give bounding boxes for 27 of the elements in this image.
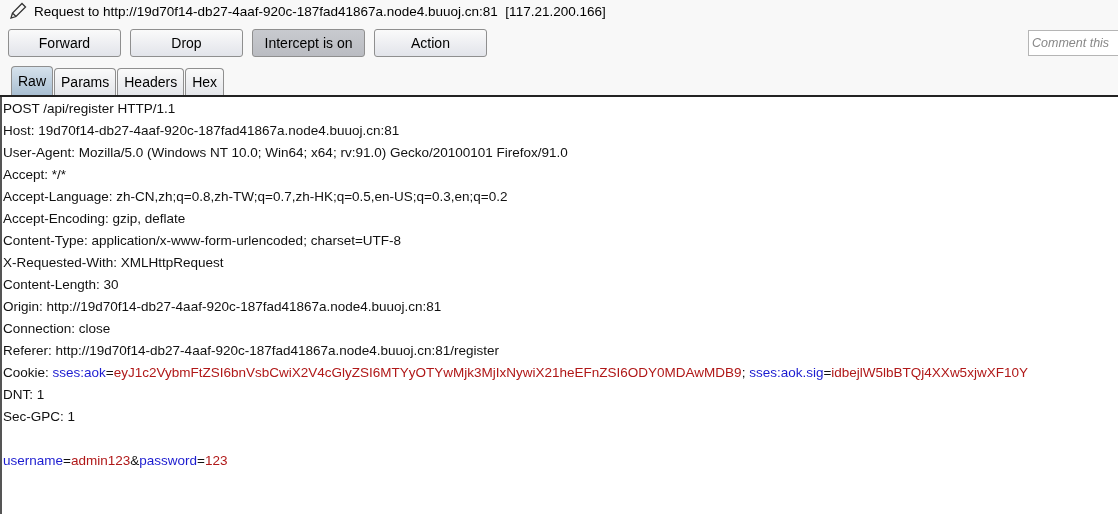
request-line: Accept-Language: zh-CN,zh;q=0.8,zh-TW;q=0.7,zh-HK;q=0.5,en-US;q=0.3,en;q=0.2 bbox=[3, 188, 509, 206]
request-line: username=admin123&password=123 bbox=[3, 452, 229, 470]
tab[interactable]: Hex bbox=[185, 68, 225, 95]
tab[interactable]: Raw bbox=[11, 66, 53, 95]
request-line: Content-Type: application/x-www-form-urlencoded; charset=UTF-8 bbox=[3, 232, 403, 250]
tab[interactable]: Params bbox=[54, 68, 117, 95]
request-line: Referer: http://19d70f14-db27-4aaf-920c-187fad41867a.node4.buuoj.cn:81/register bbox=[3, 342, 501, 360]
tab[interactable]: Headers bbox=[117, 68, 185, 95]
intercept-toggle[interactable]: Intercept is on bbox=[252, 29, 365, 57]
request-line: User-Agent: Mozilla/5.0 (Windows NT 10.0; Win64; x64; rv:91.0) Gecko/20100101 Firefox/91.0 bbox=[3, 144, 569, 162]
request-line: POST /api/register HTTP/1.1 bbox=[3, 100, 177, 118]
request-line: DNT: 1 bbox=[3, 386, 46, 404]
request-line: Connection: close bbox=[3, 320, 112, 338]
request-line: Sec-GPC: 1 bbox=[3, 408, 77, 426]
request-line: Origin: http://19d70f14-db27-4aaf-920c-187fad41867a.node4.buuoj.cn:81 bbox=[3, 298, 443, 316]
request-line: Cookie: sses:aok=eyJ1c2VybmFtZSI6bnVsbCwiX2V4cGlyZSI6MTYyOTYwMjk3MjIxNywiX21heEFnZSI6ODY0MDAwMDB9; sses:aok.sig=idbejlW5lbBTQj4XXw5xjwXF10Y bbox=[3, 364, 1029, 382]
request-line: Content-Length: 30 bbox=[3, 276, 120, 294]
request-line: Host: 19d70f14-db27-4aaf-920c-187fad41867a.node4.buuoj.cn:81 bbox=[3, 122, 401, 140]
request-line: Accept-Encoding: gzip, deflate bbox=[3, 210, 187, 228]
drop-button[interactable]: Drop bbox=[130, 29, 243, 57]
request-line: X-Requested-With: XMLHttpRequest bbox=[3, 254, 225, 272]
request-title: Request to http://19d70f14-db27-4aaf-920c-187fad41867a.node4.buuoj.cn:81 [117.21.200.166] bbox=[34, 3, 606, 19]
request-line: Accept: */* bbox=[3, 166, 68, 184]
action-button[interactable]: Action bbox=[374, 29, 487, 57]
comment-field[interactable]: Comment this bbox=[1028, 30, 1118, 56]
forward-button[interactable]: Forward bbox=[8, 29, 121, 57]
pencil-icon bbox=[8, 1, 28, 21]
